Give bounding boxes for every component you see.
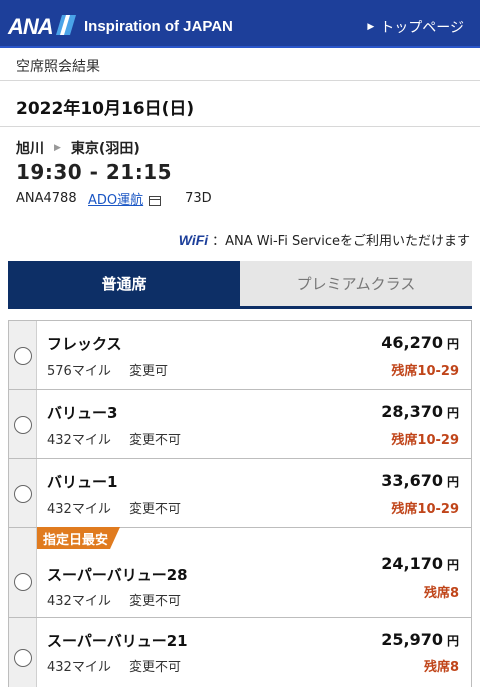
fare-radio[interactable] — [14, 573, 32, 591]
route: 旭川 ▶ 東京(羽田) — [16, 138, 140, 158]
flight-number: ANA4788 — [16, 191, 77, 206]
wifi-notice: WiFi ：ANA Wi-Fi Serviceをご利用いただけます — [178, 230, 470, 250]
ana-logo-stripe-icon — [56, 15, 76, 35]
fare-price: 33,670 円 — [381, 471, 459, 490]
fare-price: 24,170 円 — [381, 554, 459, 573]
tab-premium-class[interactable]: プレミアムクラス — [240, 261, 472, 306]
tab-underline — [8, 306, 472, 309]
fare-radio[interactable] — [14, 347, 32, 365]
fare-change-rule: 変更不可 — [129, 433, 182, 448]
fare-change-rule: 変更不可 — [129, 502, 182, 517]
fare-change-rule: 変更不可 — [129, 660, 182, 675]
fare-miles: 432マイル — [47, 660, 111, 675]
fare-name: フレックス — [47, 335, 122, 353]
fare-seats: 残席8 — [423, 660, 459, 675]
breadcrumb: 空席照会結果 — [16, 59, 100, 75]
fare-miles: 432マイル — [47, 594, 111, 609]
cabin-tabs: 普通席 プレミアムクラス — [8, 261, 472, 306]
destination-airport: 東京(羽田) — [70, 141, 140, 157]
fare-option-supervalue21[interactable]: スーパーバリュー21 432マイル 変更不可 25,970 円 残席8 — [8, 617, 472, 687]
divider — [0, 126, 480, 127]
fare-name: バリュー1 — [47, 473, 118, 491]
wifi-text: ：ANA Wi-Fi Serviceをご利用いただけます — [212, 234, 470, 249]
fare-miles: 432マイル — [47, 502, 111, 517]
fare-seats: 残席10-29 — [391, 502, 459, 517]
fare-seats: 残席10-29 — [391, 364, 459, 379]
fare-option-value1[interactable]: バリュー1 432マイル 変更不可 33,670 円 残席10-29 — [8, 458, 472, 528]
search-date: 2022年10月16日(日) — [16, 99, 195, 119]
fare-seats: 残席8 — [423, 586, 459, 601]
aircraft-type: 73D — [185, 191, 212, 206]
brand-tagline: Inspiration of JAPAN — [84, 18, 233, 35]
window-icon — [149, 195, 162, 206]
fare-change-rule: 変更不可 — [129, 594, 182, 609]
fare-radio[interactable] — [14, 416, 32, 434]
lowest-fare-badge: 指定日最安 — [37, 527, 120, 549]
fare-name: スーパーバリュー28 — [47, 566, 188, 584]
fare-price: 25,970 円 — [381, 630, 459, 649]
fare-option-value3[interactable]: バリュー3 432マイル 変更不可 28,370 円 残席10-29 — [8, 389, 472, 459]
fare-radio[interactable] — [14, 649, 32, 667]
fare-price: 46,270 円 — [381, 333, 459, 352]
fare-name: スーパーバリュー21 — [47, 632, 188, 650]
fare-miles: 576マイル — [47, 364, 111, 379]
fare-radio[interactable] — [14, 485, 32, 503]
fare-change-rule: 変更可 — [129, 364, 169, 379]
fare-name: バリュー3 — [47, 404, 118, 422]
tab-economy[interactable]: 普通席 — [8, 261, 240, 306]
ana-logo[interactable]: ANA — [8, 14, 54, 40]
fare-option-supervalue28[interactable]: 指定日最安 スーパーバリュー28 432マイル 変更不可 24,170 円 残席8 — [8, 527, 472, 618]
triangle-right-icon: ▶ — [54, 143, 61, 153]
operator-link[interactable]: ADO運航 — [88, 189, 143, 208]
top-page-link-label: トップページ — [380, 20, 464, 36]
site-header: ANA Inspiration of JAPAN ▶ トップページ — [0, 0, 480, 48]
flight-times: 19:30 - 21:15 — [16, 160, 173, 184]
top-page-link[interactable]: ▶ トップページ — [367, 17, 464, 37]
fare-option-flex[interactable]: フレックス 576マイル 変更可 46,270 円 残席10-29 — [8, 320, 472, 390]
flight-info: ANA4788 ADO運航 73D — [16, 189, 212, 208]
triangle-right-icon: ▶ — [367, 22, 375, 32]
wifi-icon: WiFi — [178, 231, 209, 248]
origin-airport: 旭川 — [16, 141, 44, 157]
fare-price: 28,370 円 — [381, 402, 459, 421]
fare-seats: 残席10-29 — [391, 433, 459, 448]
fare-miles: 432マイル — [47, 433, 111, 448]
divider — [0, 80, 480, 81]
